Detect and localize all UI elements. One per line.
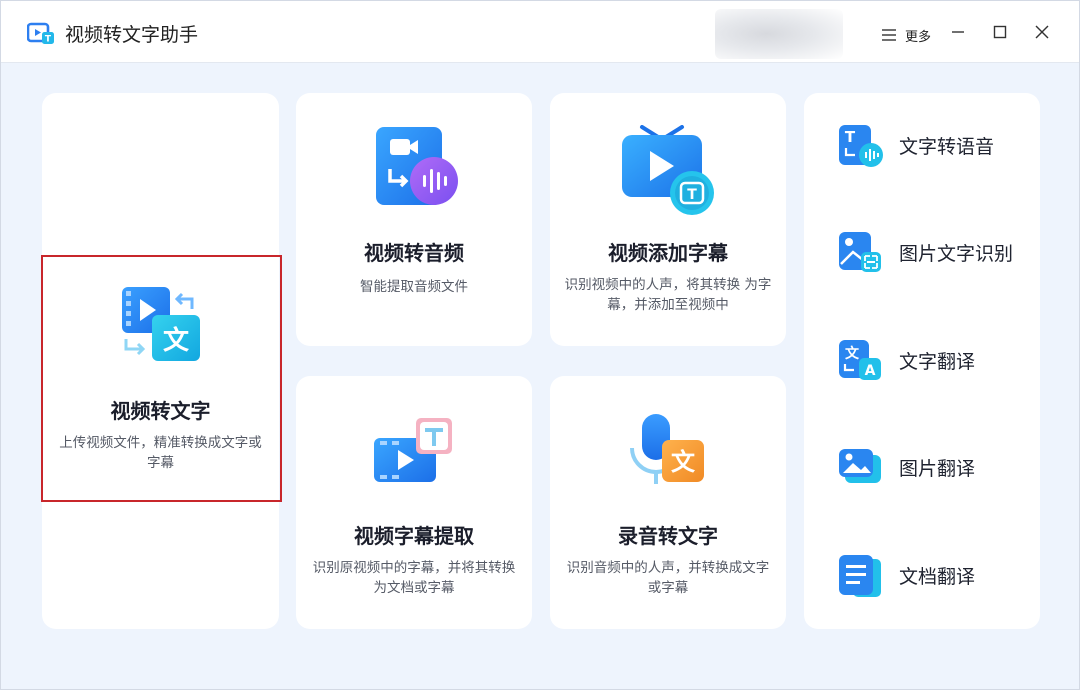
video-to-audio-title: 视频转音频	[364, 241, 464, 265]
app-title: 视频转文字助手	[65, 24, 199, 46]
side-item-document-translate[interactable]: 文档翻译	[837, 549, 1037, 601]
side-item-label: 文字翻译	[899, 350, 976, 373]
video-to-audio-card[interactable]: 视频转音频 智能提取音频文件	[296, 93, 532, 346]
side-item-label: 文档翻译	[899, 565, 976, 588]
document-translate-icon	[839, 555, 881, 597]
app-window: T 视频转文字助手 更多 文 视频转文字 上传视频文件，精准转换成文字或字幕 视…	[0, 0, 1080, 690]
svg-text:文: 文	[671, 448, 696, 476]
video-to-text-card[interactable]: 文 视频转文字 上传视频文件，精准转换成文字或字幕	[42, 93, 279, 629]
more-label: 更多	[905, 29, 932, 45]
image-translate-icon	[839, 449, 881, 483]
side-item-text-translate[interactable]: 文 A 文字翻译	[837, 334, 1037, 386]
app-logo-icon: T	[27, 22, 54, 45]
side-item-image-translate[interactable]: 图片翻译	[837, 441, 1037, 493]
video-add-subtitle-title: 视频添加字幕	[608, 241, 728, 265]
audio-to-text-title: 录音转文字	[618, 524, 718, 548]
side-item-image-ocr[interactable]: 图片文字识别	[837, 226, 1037, 278]
minimize-button[interactable]	[947, 21, 969, 43]
video-subtitle-extract-card[interactable]: 视频字幕提取 识别原视频中的字幕，并将其转换为文档或字幕	[296, 376, 532, 629]
audio-to-text-desc: 识别音频中的人声，并转换成文字或字幕	[566, 560, 770, 596]
svg-text:T: T	[45, 35, 52, 45]
side-item-label: 图片文字识别	[899, 242, 1014, 265]
title-bar: T 视频转文字助手 更多	[1, 1, 1079, 63]
svg-text:文: 文	[163, 325, 190, 356]
video-to-audio-icon	[376, 127, 458, 205]
video-to-text-icon: 文	[122, 287, 200, 361]
user-avatar[interactable]	[715, 9, 843, 59]
text-translate-icon: 文 A	[839, 340, 881, 380]
video-subtitle-extract-title: 视频字幕提取	[354, 524, 474, 548]
video-to-audio-desc: 智能提取音频文件	[360, 279, 468, 295]
audio-to-text-card[interactable]: 文 录音转文字 识别音频中的人声，并转换成文字或字幕	[550, 376, 786, 629]
video-add-subtitle-desc: 识别视频中的人声，将其转换 为字幕，并添加至视频中	[564, 277, 772, 313]
svg-text:A: A	[865, 363, 876, 379]
side-item-text-to-speech[interactable]: T 文字转语音	[837, 119, 1037, 171]
video-subtitle-extract-icon	[374, 418, 452, 482]
svg-text:T: T	[687, 187, 697, 203]
side-item-label: 图片翻译	[899, 457, 976, 480]
side-item-label: 文字转语音	[899, 135, 995, 158]
video-to-text-desc: 上传视频文件，精准转换成文字或字幕	[59, 435, 262, 471]
video-to-text-title: 视频转文字	[110, 399, 211, 423]
audio-to-text-icon: 文	[630, 414, 704, 484]
maximize-button[interactable]	[989, 21, 1011, 43]
video-add-subtitle-card[interactable]: T 视频添加字幕 识别视频中的人声，将其转换 为字幕，并添加至视频中	[550, 93, 786, 346]
close-button[interactable]	[1031, 21, 1053, 43]
image-ocr-icon	[839, 232, 881, 272]
more-menu-button[interactable]: 更多	[881, 25, 931, 45]
text-to-speech-icon: T	[839, 125, 883, 167]
video-add-subtitle-icon: T	[622, 125, 714, 215]
svg-text:文: 文	[845, 345, 860, 362]
menu-icon	[882, 29, 896, 41]
svg-text:T: T	[845, 128, 856, 146]
video-subtitle-extract-desc: 识别原视频中的字幕，并将其转换为文档或字幕	[312, 560, 516, 596]
